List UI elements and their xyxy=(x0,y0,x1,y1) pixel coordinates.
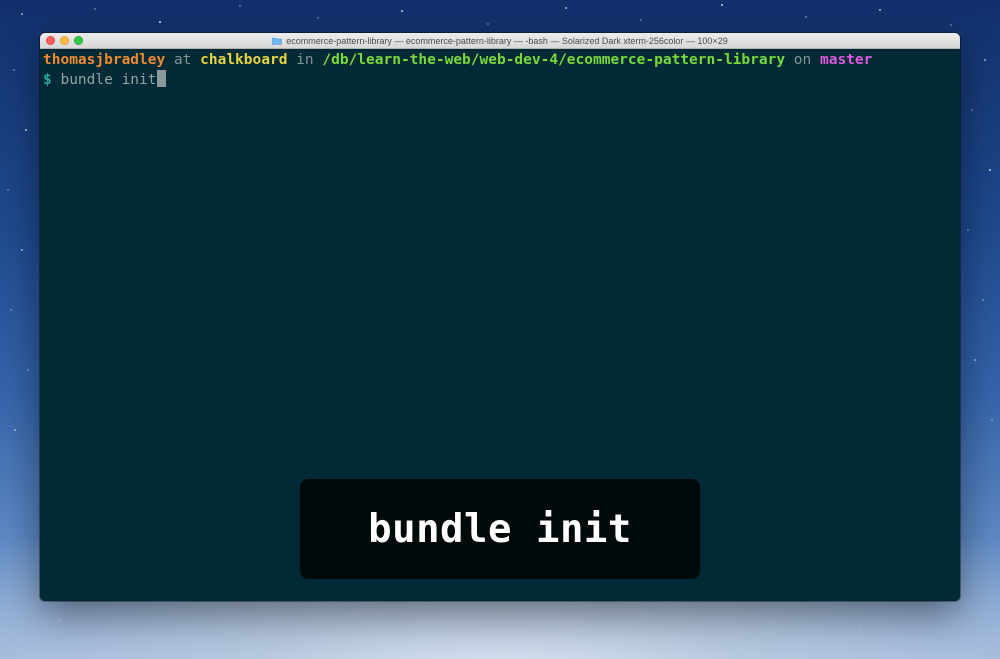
minimize-button[interactable] xyxy=(60,36,69,45)
folder-icon xyxy=(272,37,283,45)
prompt-at: at xyxy=(165,52,201,68)
prompt-in: in xyxy=(287,52,323,68)
prompt-symbol: $ xyxy=(43,72,52,88)
caption-text: bundle init xyxy=(368,506,632,552)
prompt-path: /db/learn-the-web/web-dev-4/ecommerce-pa… xyxy=(322,52,786,68)
prompt-user: thomasjbradley xyxy=(43,52,166,68)
window-titlebar[interactable]: ecommerce-pattern-library — ecommerce-pa… xyxy=(40,33,960,49)
prompt-branch: master xyxy=(819,52,873,68)
text-cursor xyxy=(156,70,166,87)
close-button[interactable] xyxy=(46,36,55,45)
window-controls xyxy=(46,36,83,45)
command-input[interactable]: bundle init xyxy=(52,72,156,88)
terminal-output[interactable]: thomasjbradley at chalkboard in /db/lear… xyxy=(40,49,960,90)
prompt-on: on xyxy=(785,52,820,68)
prompt-line: thomasjbradley at chalkboard in /db/lear… xyxy=(43,51,960,70)
window-title-group: ecommerce-pattern-library — ecommerce-pa… xyxy=(272,35,728,46)
command-line[interactable]: $ bundle init xyxy=(43,70,960,90)
command-caption-overlay: bundle init xyxy=(300,479,700,579)
window-title: ecommerce-pattern-library — ecommerce-pa… xyxy=(286,35,728,46)
zoom-button[interactable] xyxy=(74,36,83,45)
prompt-host: chalkboard xyxy=(200,52,288,68)
